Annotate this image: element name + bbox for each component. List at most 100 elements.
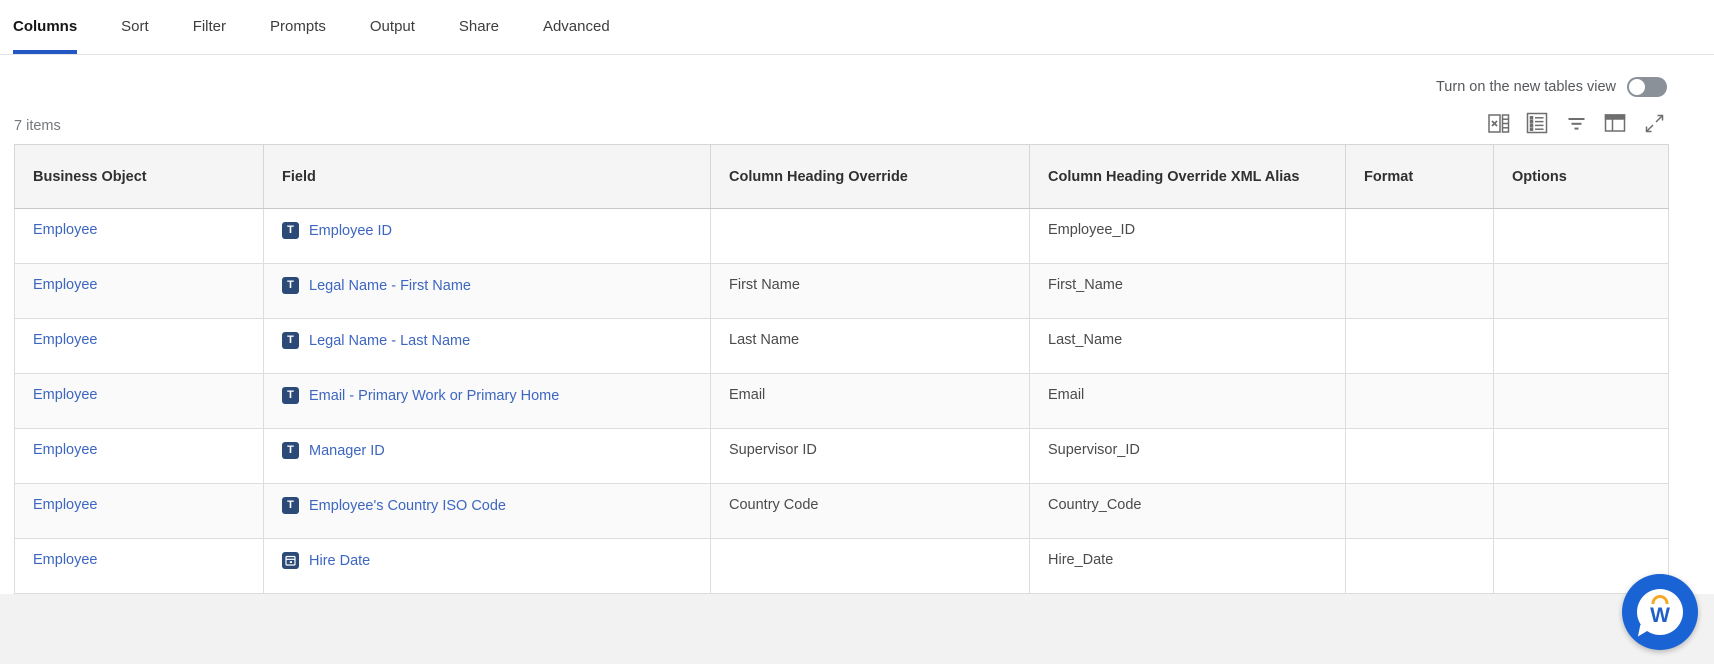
field-link[interactable]: Manager ID [309,443,385,459]
field-cell: T Manager ID [264,429,711,484]
field-link[interactable]: Legal Name - Last Name [309,333,470,349]
items-count: 7 items [14,118,61,136]
options-cell [1494,264,1669,319]
tab-share[interactable]: Share [459,0,499,54]
field-cell: Hire Date [264,539,711,594]
column-heading-override-cell: Email [711,374,1030,429]
options-cell [1494,319,1669,374]
text-field-icon: T [282,277,299,294]
expand-fullscreen-icon[interactable] [1641,110,1667,136]
table-toolbar [1485,110,1667,136]
col-header-field: Field [264,145,711,209]
tab-columns[interactable]: Columns [13,0,77,54]
business-object-link[interactable]: Employee [33,442,97,458]
format-cell [1346,264,1494,319]
column-heading-override-cell: First Name [711,264,1030,319]
business-object-link[interactable]: Employee [33,552,97,568]
table-row: Employee T Email - Primary Work or Primar… [15,374,1669,429]
format-cell [1346,484,1494,539]
format-cell [1346,539,1494,594]
format-cell [1346,319,1494,374]
tab-filter[interactable]: Filter [193,0,226,54]
format-cell [1346,374,1494,429]
column-heading-override-cell [711,539,1030,594]
business-object-cell: Employee [15,319,264,374]
xml-alias-cell: Hire_Date [1030,539,1346,594]
text-field-icon: T [282,442,299,459]
text-field-icon: T [282,222,299,239]
workday-assistant-button[interactable]: W [1622,574,1698,650]
col-header-column-heading-override: Column Heading Override [711,145,1030,209]
options-cell [1494,484,1669,539]
business-object-cell: Employee [15,264,264,319]
xml-alias-cell: Email [1030,374,1346,429]
format-cell [1346,429,1494,484]
text-field-icon: T [282,387,299,404]
freeze-panes-icon[interactable] [1602,110,1628,136]
options-cell [1494,374,1669,429]
date-field-icon [282,552,299,569]
business-object-cell: Employee [15,539,264,594]
field-link[interactable]: Employee's Country ISO Code [309,498,506,514]
tab-output[interactable]: Output [370,0,415,54]
col-header-business-object: Business Object [15,145,264,209]
business-object-link[interactable]: Employee [33,387,97,403]
xml-alias-cell: First_Name [1030,264,1346,319]
field-link[interactable]: Hire Date [309,553,370,569]
col-header-xml-alias: Column Heading Override XML Alias [1030,145,1346,209]
new-tables-view-label: Turn on the new tables view [1436,79,1616,95]
business-object-cell: Employee [15,209,264,264]
tab-advanced[interactable]: Advanced [543,0,610,54]
text-field-icon: T [282,497,299,514]
format-cell [1346,209,1494,264]
business-object-cell: Employee [15,429,264,484]
field-link[interactable]: Legal Name - First Name [309,278,471,294]
tab-prompts[interactable]: Prompts [270,0,326,54]
table-row: Employee Hire Date Hire_Date [15,539,1669,594]
business-object-cell: Employee [15,484,264,539]
field-cell: T Legal Name - Last Name [264,319,711,374]
report-tab-bar: Columns Sort Filter Prompts Output Share… [0,0,1714,55]
field-cell: T Legal Name - First Name [264,264,711,319]
toggle-knob [1629,79,1645,95]
new-tables-view-row: Turn on the new tables view [0,76,1667,98]
col-header-format: Format [1346,145,1494,209]
workday-arc-icon [1651,595,1668,604]
export-to-excel-icon[interactable] [1485,110,1511,136]
column-heading-override-cell: Country Code [711,484,1030,539]
table-header-row: 7 items [14,110,1667,136]
business-object-link[interactable]: Employee [33,497,97,513]
options-cell [1494,429,1669,484]
workday-logo: W [1650,605,1670,626]
business-object-cell: Employee [15,374,264,429]
table-header: Business Object Field Column Heading Ove… [15,145,1669,209]
tab-sort[interactable]: Sort [121,0,149,54]
grid-view-icon[interactable] [1524,110,1550,136]
table-row: Employee TManager ID Supervisor ID Super… [15,429,1669,484]
new-tables-view-toggle[interactable] [1627,77,1667,97]
xml-alias-cell: Country_Code [1030,484,1346,539]
xml-alias-cell: Employee_ID [1030,209,1346,264]
filter-icon[interactable] [1563,110,1589,136]
chat-bubble-icon: W [1637,589,1683,635]
field-cell: T Employee ID [264,209,711,264]
page-footer-area [0,594,1714,664]
report-columns-table: Business Object Field Column Heading Ove… [14,144,1669,594]
table-row: Employee T Employee ID Employee_ID [15,209,1669,264]
field-link[interactable]: Email - Primary Work or Primary Home [309,388,559,404]
field-cell: T Employee's Country ISO Code [264,484,711,539]
column-heading-override-cell [711,209,1030,264]
table-row: Employee T Legal Name - Last Name Last Na… [15,319,1669,374]
business-object-link[interactable]: Employee [33,332,97,348]
table-row: Employee T Legal Name - First Name First … [15,264,1669,319]
business-object-link[interactable]: Employee [33,277,97,293]
xml-alias-cell: Last_Name [1030,319,1346,374]
text-field-icon: T [282,332,299,349]
field-link[interactable]: Employee ID [309,223,392,239]
col-header-options: Options [1494,145,1669,209]
options-cell [1494,209,1669,264]
field-cell: T Email - Primary Work or Primary Home [264,374,711,429]
column-heading-override-cell: Last Name [711,319,1030,374]
column-heading-override-cell: Supervisor ID [711,429,1030,484]
business-object-link[interactable]: Employee [33,222,97,238]
